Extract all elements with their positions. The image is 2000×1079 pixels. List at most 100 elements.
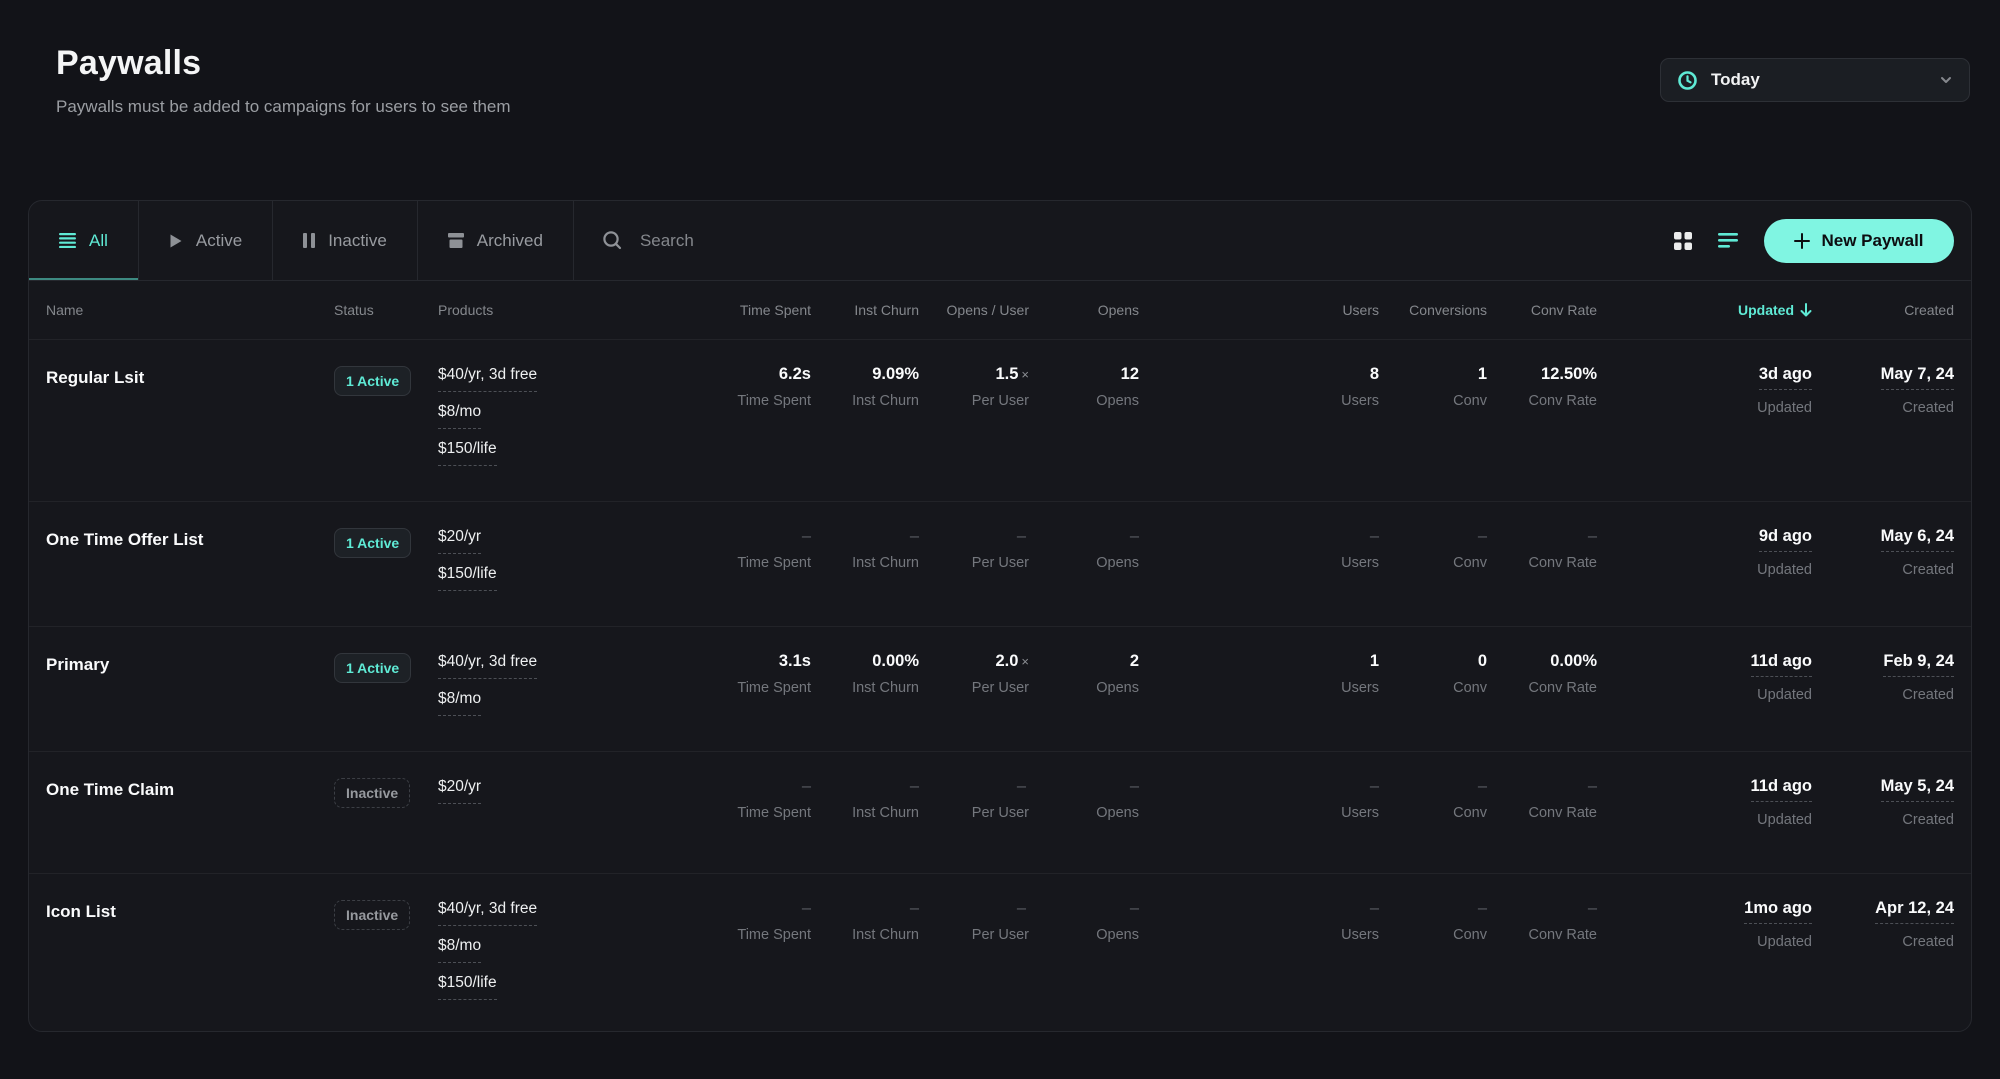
metric-time-spent: 3.1sTime Spent [586,653,811,727]
updated-value[interactable]: 1mo ago [1744,900,1812,924]
metric-users: 1Users [1139,653,1379,727]
metric-opens-per-user: –Per User [919,528,1029,602]
product-item[interactable]: $8/mo [438,690,586,716]
updated-value[interactable]: 9d ago [1759,528,1812,552]
status-badge: Inactive [334,900,410,930]
updated-value[interactable]: 11d ago [1751,778,1812,802]
tab-all[interactable]: All [29,201,139,280]
products-cell: $20/yr [438,778,586,849]
updated-value[interactable]: 11d ago [1751,653,1812,677]
status-badge: 1 Active [334,366,411,396]
metric-updated: 3d agoUpdated [1597,366,1812,477]
metric-conversions: 0Conv [1379,653,1487,727]
metric-opens: –Opens [1029,900,1139,1011]
product-item[interactable]: $8/mo [438,937,586,963]
new-paywall-label: New Paywall [1821,231,1923,251]
metric-users: 8Users [1139,366,1379,477]
list-lines-icon [59,233,76,248]
metric-updated: 1mo agoUpdated [1597,900,1812,1011]
clock-icon [1677,70,1698,91]
created-value[interactable]: May 6, 24 [1881,528,1954,552]
toolbar-right: New Paywall [1674,201,1971,280]
metric-conversions: 1Conv [1379,366,1487,477]
metric-conversions: –Conv [1379,900,1487,1011]
table-header-row: Name Status Products Time Spent Inst Chu… [29,281,1971,339]
metric-opens-per-user: 2.0×Per User [919,653,1029,727]
search-placeholder: Search [640,231,694,251]
col-header-products[interactable]: Products [438,302,586,318]
table-row[interactable]: Regular Lsit 1 Active $40/yr, 3d free $8… [29,339,1971,501]
metric-conv-rate: 0.00%Conv Rate [1487,653,1597,727]
product-item[interactable]: $150/life [438,440,586,466]
paywall-name: One Time Claim [46,778,334,849]
product-item[interactable]: $40/yr, 3d free [438,900,586,926]
search-input[interactable]: Search [574,201,1674,280]
products-cell: $40/yr, 3d free $8/mo $150/life [438,366,586,477]
metric-users: –Users [1139,528,1379,602]
metric-opens: 12Opens [1029,366,1139,477]
tab-active[interactable]: Active [139,201,273,280]
product-item[interactable]: $40/yr, 3d free [438,653,586,679]
status-badge: 1 Active [334,653,411,683]
metric-conv-rate: –Conv Rate [1487,900,1597,1011]
list-view-icon[interactable] [1718,233,1738,248]
table-row[interactable]: One Time Claim Inactive $20/yr –Time Spe… [29,751,1971,873]
created-value[interactable]: May 5, 24 [1881,778,1954,802]
product-item[interactable]: $8/mo [438,403,586,429]
col-header-conversions[interactable]: Conversions [1379,302,1487,318]
col-header-inst-churn[interactable]: Inst Churn [811,302,919,318]
search-icon [602,230,623,251]
product-item[interactable]: $150/life [438,974,586,1000]
plus-icon [1794,233,1810,249]
tab-inactive[interactable]: Inactive [273,201,418,280]
paywall-name: Regular Lsit [46,366,334,477]
metric-created: May 6, 24Created [1812,528,1954,602]
col-header-users[interactable]: Users [1139,302,1379,318]
multiply-suffix: × [1021,367,1029,382]
created-value[interactable]: May 7, 24 [1881,366,1954,390]
table-row[interactable]: Primary 1 Active $40/yr, 3d free $8/mo 3… [29,626,1971,751]
page-header: Paywalls Paywalls must be added to campa… [0,0,2000,117]
new-paywall-button[interactable]: New Paywall [1764,219,1954,263]
updated-value[interactable]: 3d ago [1759,366,1812,390]
metric-inst-churn: 9.09%Inst Churn [811,366,919,477]
pause-icon [303,233,315,248]
grid-view-icon[interactable] [1674,232,1692,250]
col-header-created[interactable]: Created [1812,302,1954,318]
col-header-updated[interactable]: Updated [1597,302,1812,318]
product-item[interactable]: $20/yr [438,528,586,554]
metric-updated: 11d agoUpdated [1597,778,1812,849]
metric-conv-rate: –Conv Rate [1487,778,1597,849]
created-value[interactable]: Apr 12, 24 [1875,900,1954,924]
metric-conv-rate: –Conv Rate [1487,528,1597,602]
metric-inst-churn: –Inst Churn [811,528,919,602]
status-badge: 1 Active [334,528,411,558]
created-value[interactable]: Feb 9, 24 [1883,653,1954,677]
product-item[interactable]: $20/yr [438,778,586,804]
archive-icon [448,233,464,248]
date-range-dropdown[interactable]: Today [1660,58,1970,102]
col-header-opens-user[interactable]: Opens / User [919,302,1029,318]
col-header-status[interactable]: Status [334,302,438,318]
metric-time-spent: 6.2sTime Spent [586,366,811,477]
chevron-down-icon [1939,73,1953,87]
col-header-time-spent[interactable]: Time Spent [586,302,811,318]
metric-opens-per-user: 1.5×Per User [919,366,1029,477]
col-header-conv-rate[interactable]: Conv Rate [1487,302,1597,318]
tab-archived[interactable]: Archived [418,201,574,280]
tab-archived-label: Archived [477,231,543,251]
col-header-opens[interactable]: Opens [1029,302,1139,318]
col-header-name[interactable]: Name [46,302,334,318]
table-row[interactable]: One Time Offer List 1 Active $20/yr $150… [29,501,1971,626]
date-range-value: Today [1711,70,1939,90]
product-item[interactable]: $40/yr, 3d free [438,366,586,392]
paywall-name: Primary [46,653,334,727]
col-header-updated-label: Updated [1738,302,1794,318]
metric-inst-churn: 0.00%Inst Churn [811,653,919,727]
paywall-name: One Time Offer List [46,528,334,602]
products-cell: $40/yr, 3d free $8/mo [438,653,586,727]
product-item[interactable]: $150/life [438,565,586,591]
metric-created: Feb 9, 24Created [1812,653,1954,727]
table-row[interactable]: Icon List Inactive $40/yr, 3d free $8/mo… [29,873,1971,1032]
products-cell: $40/yr, 3d free $8/mo $150/life [438,900,586,1011]
